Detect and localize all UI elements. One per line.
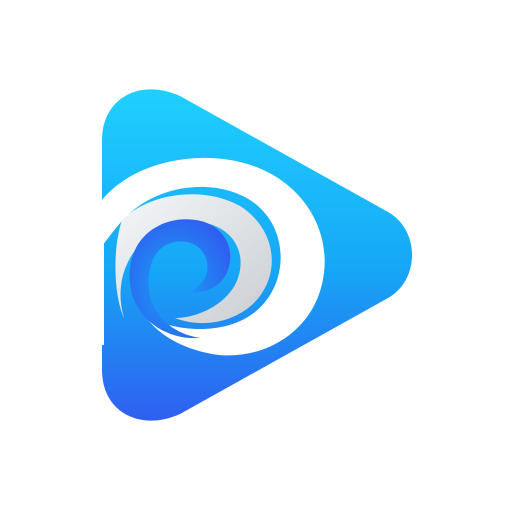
app-icon	[0, 0, 512, 512]
left-edge-cut	[98, 205, 104, 345]
